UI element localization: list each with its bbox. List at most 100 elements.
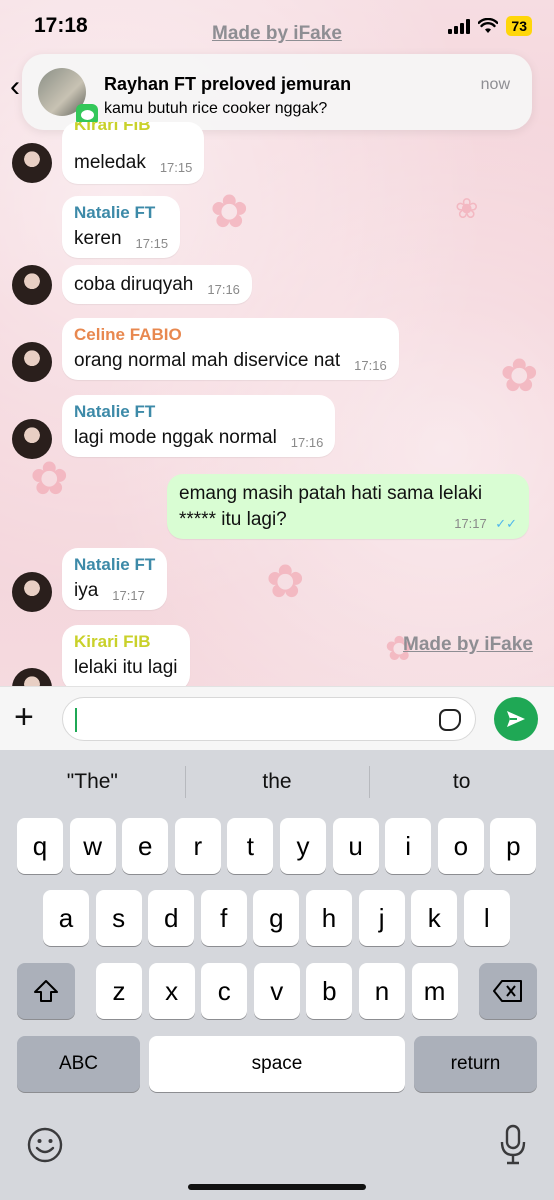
sender-name: Natalie FT xyxy=(74,555,156,574)
key-u[interactable]: u xyxy=(332,818,379,874)
message-text: emang masih patah hati sama lelaki xyxy=(179,483,483,504)
message-text: meledak xyxy=(74,152,146,173)
message-text: lelaki itu lagi xyxy=(74,657,178,678)
flower-decoration: ✿ xyxy=(30,452,69,504)
key-l[interactable]: l xyxy=(463,890,510,946)
key-t[interactable]: t xyxy=(227,818,274,874)
shift-icon xyxy=(34,980,58,1002)
backspace-key[interactable] xyxy=(479,963,537,1019)
key-i[interactable]: i xyxy=(385,818,432,874)
key-x[interactable]: x xyxy=(148,963,195,1019)
home-indicator[interactable] xyxy=(188,1184,366,1190)
status-icons: 73 xyxy=(448,16,532,36)
key-n[interactable]: n xyxy=(359,963,405,1019)
key-a[interactable]: a xyxy=(43,890,89,946)
wifi-icon xyxy=(478,18,499,33)
abc-key[interactable]: ABC xyxy=(17,1036,140,1092)
suggestion-item[interactable]: "The" xyxy=(0,762,185,802)
key-v[interactable]: v xyxy=(253,963,300,1019)
key-j[interactable]: j xyxy=(358,890,405,946)
message-composer: + xyxy=(0,686,554,750)
message-time: 17:16 xyxy=(290,435,324,450)
watermark: Made by iFake xyxy=(403,634,533,655)
message-time: 17:17 xyxy=(112,588,145,603)
message-time: 17:16 xyxy=(207,282,240,297)
flower-decoration: ✿ xyxy=(266,555,305,607)
emoji-icon[interactable] xyxy=(26,1126,64,1169)
message-bubble[interactable]: Natalie FT keren 17:15 xyxy=(62,196,181,258)
message-bubble-outgoing[interactable]: emang masih patah hati sama lelaki *****… xyxy=(167,474,529,539)
message-text: ***** itu lagi? xyxy=(179,509,287,530)
key-m[interactable]: m xyxy=(411,963,458,1019)
avatar[interactable] xyxy=(12,143,52,183)
microphone-icon[interactable] xyxy=(498,1124,528,1171)
avatar[interactable] xyxy=(12,419,52,459)
avatar[interactable] xyxy=(12,265,52,305)
flower-decoration: ✿ xyxy=(210,185,249,237)
message-input[interactable] xyxy=(62,697,476,741)
key-z[interactable]: z xyxy=(96,963,142,1019)
plus-icon[interactable]: + xyxy=(14,699,34,735)
key-q[interactable]: q xyxy=(17,818,63,874)
backspace-icon xyxy=(493,980,522,1002)
sticker-icon[interactable] xyxy=(439,709,461,731)
message-time: 17:16 xyxy=(354,358,387,373)
suggestion-item[interactable]: to xyxy=(369,762,554,802)
text-caret xyxy=(75,708,77,732)
key-b[interactable]: b xyxy=(306,963,353,1019)
battery-indicator: 73 xyxy=(506,16,532,36)
message-bubble[interactable]: Natalie FT iya 17:17 xyxy=(62,548,168,610)
notification-title: Rayhan FT preloved jemuran xyxy=(104,74,352,94)
return-key[interactable]: return xyxy=(414,1036,537,1092)
key-f[interactable]: f xyxy=(200,890,247,946)
message-text: keren xyxy=(74,228,122,249)
sender-name: Natalie FT xyxy=(74,203,156,222)
key-c[interactable]: c xyxy=(201,963,248,1019)
key-s[interactable]: s xyxy=(95,890,142,946)
key-d[interactable]: d xyxy=(148,890,195,946)
read-receipt-icon: ✓✓ xyxy=(495,516,517,531)
clock: 17:18 xyxy=(34,14,88,37)
notification-banner[interactable]: Rayhan FT preloved jemuran kamu butuh ri… xyxy=(22,54,532,130)
watermark: Made by iFake xyxy=(212,23,342,44)
message-bubble[interactable]: Kirari FIB lelaki itu lagi xyxy=(62,625,190,691)
notification-body: kamu butuh rice cooker nggak? xyxy=(104,100,328,117)
key-r[interactable]: r xyxy=(174,818,221,874)
key-y[interactable]: y xyxy=(280,818,326,874)
sender-name: Natalie FT xyxy=(74,402,156,421)
flower-decoration: ✿ xyxy=(500,349,539,401)
sender-name: Kirari FIB xyxy=(74,632,151,651)
message-text: lagi mode nggak normal xyxy=(74,427,277,448)
notification-time: now xyxy=(480,76,510,93)
message-time: 17:15 xyxy=(135,236,169,251)
message-text: orang normal mah diservice nat xyxy=(74,350,341,371)
key-k[interactable]: k xyxy=(411,890,458,946)
key-g[interactable]: g xyxy=(253,890,300,946)
signal-icon xyxy=(448,18,471,34)
space-key[interactable]: space xyxy=(149,1036,405,1092)
key-p[interactable]: p xyxy=(490,818,537,874)
send-button[interactable] xyxy=(494,697,538,741)
back-chevron-icon[interactable]: ‹ xyxy=(10,70,20,104)
send-icon xyxy=(507,711,525,727)
sender-name: Celine FABIO xyxy=(74,325,182,344)
message-time: 17:17 xyxy=(454,516,487,531)
key-o[interactable]: o xyxy=(437,818,484,874)
key-e[interactable]: e xyxy=(122,818,169,874)
avatar[interactable] xyxy=(12,572,52,612)
key-h[interactable]: h xyxy=(306,890,352,946)
shift-key[interactable] xyxy=(17,963,75,1019)
message-bubble[interactable]: coba diruqyah 17:16 xyxy=(62,265,252,304)
message-text: coba diruqyah xyxy=(74,274,194,295)
message-text: iya xyxy=(74,580,99,601)
status-bar: 17:18 Made by iFake 73 xyxy=(0,0,554,56)
message-time: 17:15 xyxy=(159,160,193,175)
avatar[interactable] xyxy=(12,342,52,382)
message-bubble[interactable]: Kirari FIB meledak 17:15 xyxy=(62,122,205,184)
sender-name: Kirari FIB xyxy=(74,122,151,134)
key-w[interactable]: w xyxy=(69,818,116,874)
suggestion-item[interactable]: the xyxy=(184,762,370,802)
message-bubble[interactable]: Celine FABIO orang normal mah diservice … xyxy=(62,318,399,380)
message-bubble[interactable]: Natalie FT lagi mode nggak normal 17:16 xyxy=(62,395,336,457)
suggestion-bar: "The" the to xyxy=(0,762,554,802)
